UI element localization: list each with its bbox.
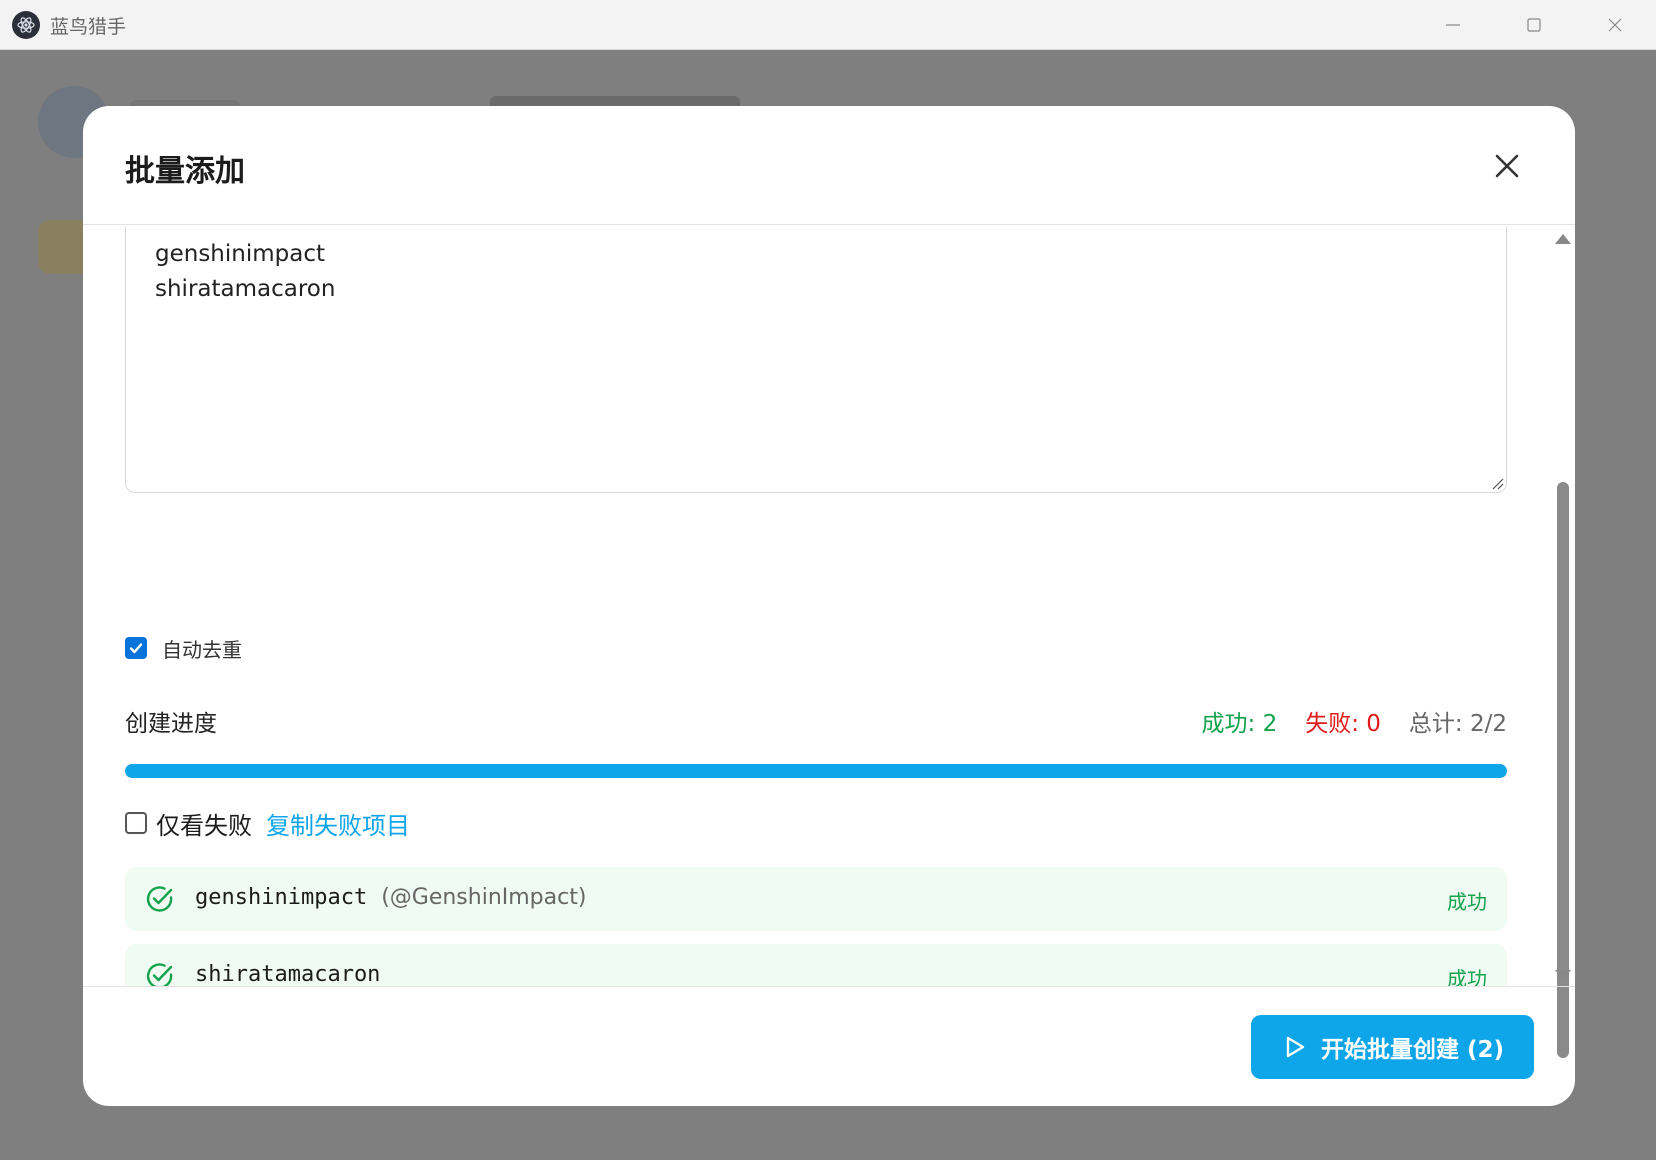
textarea-line: genshinimpact	[155, 241, 326, 267]
start-batch-create-button[interactable]: 开始批量创建 (2)	[1251, 1015, 1534, 1079]
dialog-body: genshinimpact shiratamacaron 自动去重 创建进度 成…	[83, 226, 1575, 986]
failure-filter-row: 仅看失败 复制失败项目	[125, 806, 410, 840]
result-username: genshinimpact (@GenshinImpact)	[195, 885, 587, 910]
dedupe-checkbox[interactable]	[125, 637, 147, 659]
success-check-icon	[146, 886, 173, 912]
result-username: shiratamacaron	[195, 962, 381, 986]
minimize-icon	[1446, 24, 1460, 26]
maximize-button[interactable]	[1494, 0, 1574, 50]
resize-grip-icon[interactable]	[1490, 476, 1504, 490]
checkmark-icon	[129, 643, 143, 654]
minimize-button[interactable]	[1413, 0, 1493, 50]
success-check-icon	[146, 963, 173, 986]
window-titlebar: 蓝鸟猎手	[0, 0, 1656, 50]
progress-bar-fill	[125, 764, 1507, 778]
window-close-button[interactable]	[1575, 0, 1655, 50]
result-handle: (@GenshinImpact)	[381, 885, 587, 910]
dedupe-label: 自动去重	[162, 637, 242, 662]
copy-failed-link[interactable]: 复制失败项目	[266, 806, 410, 841]
only-failed-checkbox[interactable]	[125, 812, 147, 834]
close-icon	[1495, 154, 1519, 178]
close-icon	[1608, 18, 1622, 32]
progress-title: 创建进度	[125, 711, 217, 737]
result-row: shiratamacaron 成功	[125, 944, 1507, 986]
usernames-textarea[interactable]: genshinimpact shiratamacaron	[125, 226, 1507, 493]
result-status: 成功	[1447, 890, 1487, 914]
play-icon	[1286, 1036, 1305, 1058]
progress-stats: 成功: 2 失败: 0 总计: 2/2	[1202, 704, 1507, 738]
progress-bar	[125, 764, 1507, 778]
fail-count: 失败: 0	[1305, 711, 1381, 737]
batch-add-dialog: 批量添加 genshinimpact shiratamacaron 自动去重 创…	[83, 106, 1575, 1106]
window-title: 蓝鸟猎手	[50, 16, 127, 38]
app-logo-icon	[12, 11, 40, 39]
success-count: 成功: 2	[1201, 711, 1278, 737]
scroll-up-icon[interactable]	[1555, 234, 1571, 244]
result-status: 成功	[1447, 967, 1487, 986]
dedupe-option[interactable]: 自动去重	[125, 635, 242, 662]
dialog-title: 批量添加	[125, 154, 245, 189]
maximize-icon	[1527, 18, 1541, 32]
textarea-line: shiratamacaron	[155, 276, 336, 302]
dialog-scrollbar[interactable]	[1549, 226, 1575, 1058]
start-batch-create-label: 开始批量创建 (2)	[1320, 1037, 1505, 1063]
scroll-down-icon[interactable]	[1555, 970, 1571, 980]
total-count: 总计: 2/2	[1408, 711, 1507, 737]
dialog-close-button[interactable]	[1483, 142, 1531, 190]
result-row: genshinimpact (@GenshinImpact) 成功	[125, 867, 1507, 931]
dialog-header: 批量添加	[83, 106, 1575, 225]
only-failed-label[interactable]: 仅看失败	[156, 806, 252, 841]
dialog-footer: 开始批量创建 (2)	[83, 986, 1575, 1106]
